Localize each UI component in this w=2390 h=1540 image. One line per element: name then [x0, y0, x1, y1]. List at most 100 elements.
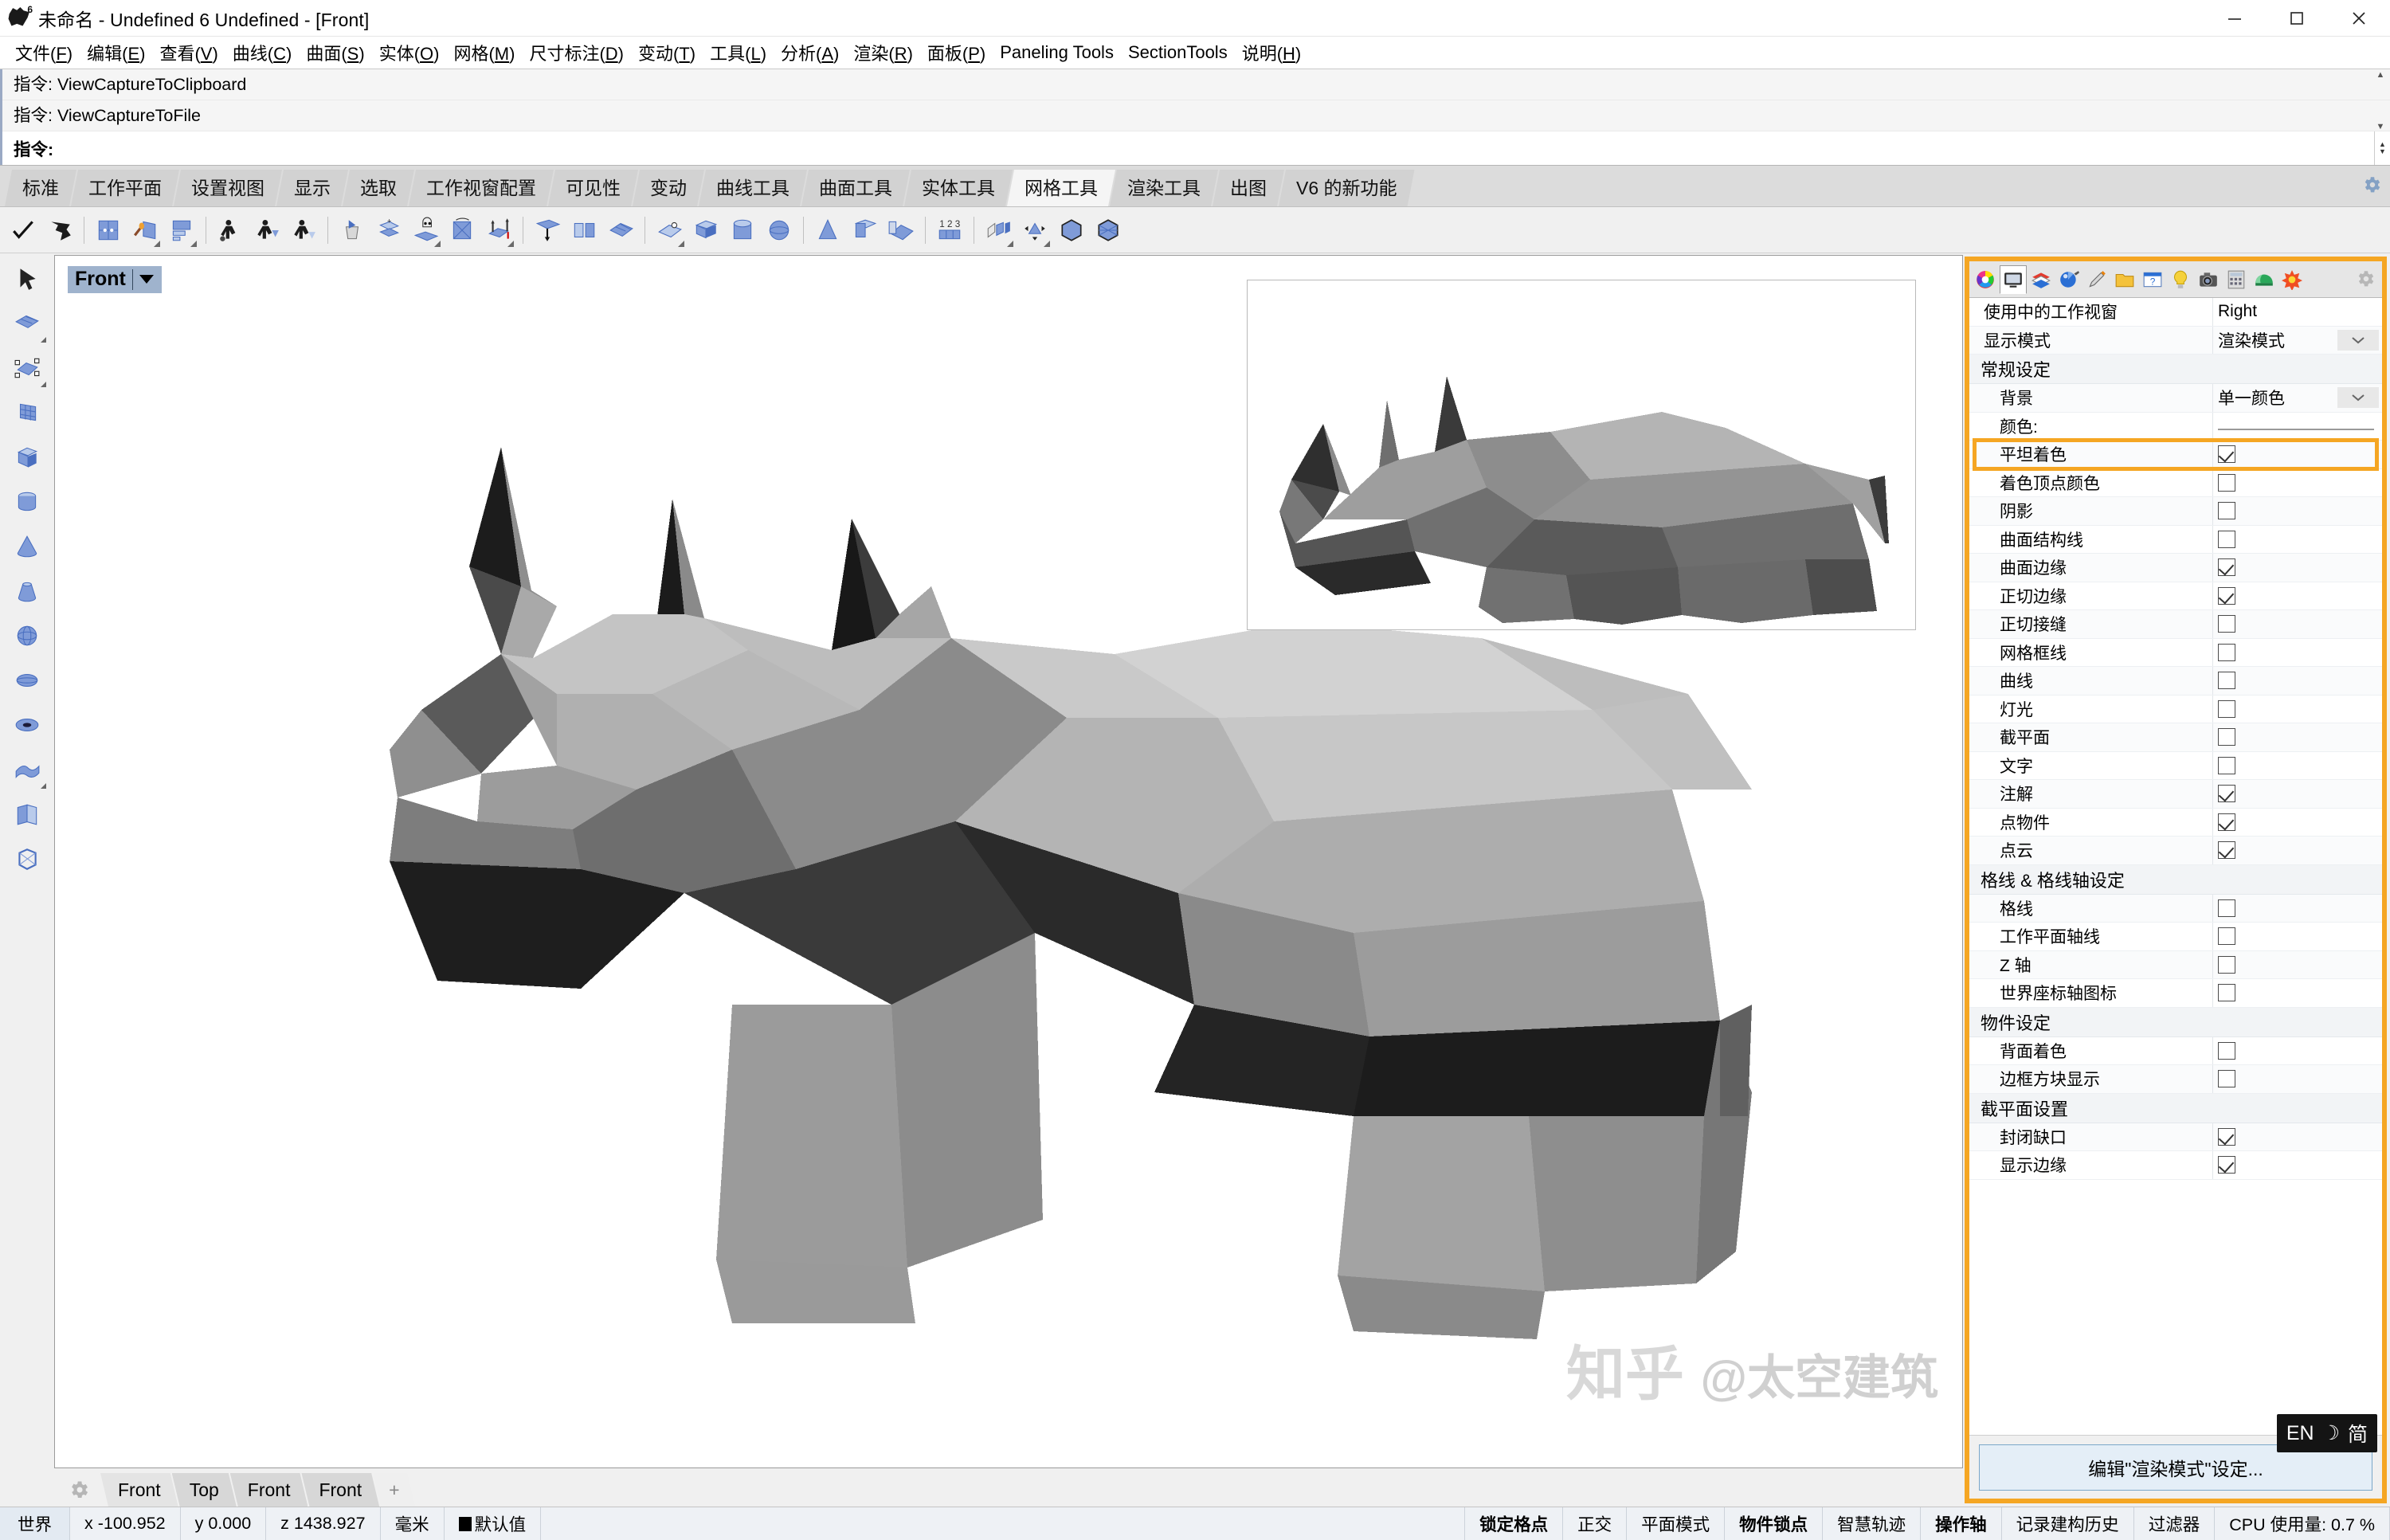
panel-gear-icon[interactable] — [2355, 268, 2376, 294]
chevron-down-icon[interactable] — [2337, 330, 2379, 351]
status-toggle-7[interactable]: 过滤器 — [2134, 1507, 2216, 1540]
property-row[interactable]: Z 轴 — [1969, 951, 2382, 980]
display-monitor-icon[interactable] — [2000, 265, 2027, 294]
checkbox-unchecked[interactable] — [2218, 531, 2235, 548]
viewport-tab-3[interactable]: Front — [301, 1473, 379, 1507]
camera-icon[interactable] — [2195, 265, 2222, 294]
status-cell-1[interactable]: x -100.952 — [70, 1507, 181, 1540]
property-row[interactable]: 背景单一颜色 — [1969, 384, 2382, 413]
color-swatch-field[interactable] — [2218, 429, 2374, 430]
mesh-sphere-icon[interactable] — [763, 213, 795, 248]
mesh-delete-icon[interactable]: + — [373, 213, 405, 248]
property-value[interactable] — [2213, 984, 2382, 1001]
calculator-icon[interactable] — [2223, 265, 2250, 294]
command-input[interactable] — [53, 139, 2374, 159]
add-viewport-tab[interactable]: + — [373, 1473, 415, 1507]
property-value[interactable] — [2213, 1042, 2382, 1060]
property-row[interactable]: 平坦着色 — [1969, 441, 2382, 469]
toolbar-tab-9[interactable]: 曲面工具 — [801, 170, 910, 206]
checkbox-unchecked[interactable] — [2218, 956, 2235, 974]
mesh-from-points-icon[interactable] — [885, 213, 917, 248]
toolbar-tab-11[interactable]: 网格工具 — [1007, 170, 1115, 206]
menu-item-1[interactable]: 编辑(E) — [80, 38, 152, 67]
mesh-reduce-icon[interactable] — [214, 213, 246, 248]
checkbox-unchecked[interactable] — [2218, 502, 2235, 519]
toolbar-tab-7[interactable]: 变动 — [633, 170, 704, 206]
status-cell-3[interactable]: z 1438.927 — [266, 1507, 380, 1540]
command-scroll-spinner[interactable]: ▲▼ — [2374, 131, 2390, 165]
mesh-patch-icon[interactable] — [6, 749, 48, 790]
property-value[interactable]: Right — [2213, 302, 2382, 321]
mesh-repair-icon[interactable] — [44, 213, 76, 248]
property-value[interactable] — [2213, 558, 2382, 576]
mesh-quad-remesh-icon[interactable] — [848, 213, 880, 248]
menu-item-15[interactable]: 说明(H) — [1235, 38, 1309, 67]
checkbox-checked[interactable] — [2218, 813, 2235, 831]
mesh-point-icon[interactable] — [6, 347, 48, 389]
layers-icon[interactable] — [2028, 265, 2055, 294]
menu-item-13[interactable]: Paneling Tools — [993, 41, 1121, 65]
property-value[interactable] — [2213, 615, 2382, 633]
toolbar-tab-0[interactable]: 标准 — [5, 170, 76, 206]
sun-icon[interactable] — [2278, 265, 2306, 294]
checkbox-unchecked[interactable] — [2218, 644, 2235, 661]
menu-item-14[interactable]: SectionTools — [1121, 41, 1235, 65]
folder-icon[interactable] — [2111, 265, 2138, 294]
property-row[interactable]: 曲面边缘 — [1969, 554, 2382, 582]
status-cell-0[interactable]: 世界 — [0, 1507, 70, 1540]
status-cell-5[interactable]: 默认值 — [445, 1507, 542, 1540]
property-row[interactable]: 显示边缘 — [1969, 1151, 2382, 1180]
check-icon[interactable] — [7, 213, 39, 248]
property-row[interactable]: 工作平面轴线 — [1969, 923, 2382, 951]
property-row[interactable]: 格线 — [1969, 895, 2382, 923]
property-value[interactable] — [2213, 531, 2382, 548]
mesh-ellipsoid-icon[interactable] — [6, 660, 48, 701]
viewport-tab-0[interactable]: Front — [100, 1473, 178, 1507]
property-row[interactable]: 截平面 — [1969, 723, 2382, 752]
panel-header-row-1[interactable]: 显示模式渲染模式 — [1969, 327, 2382, 355]
menu-item-2[interactable]: 查看(V) — [152, 38, 225, 67]
toolbar-options-gear-icon[interactable] — [2361, 174, 2382, 200]
mesh-cone-icon[interactable] — [812, 213, 844, 248]
mesh-box-icon[interactable] — [690, 213, 722, 248]
mesh-polygon-icon[interactable] — [1056, 213, 1087, 248]
mesh-triangulate-icon[interactable] — [1092, 213, 1124, 248]
checkbox-unchecked[interactable] — [2218, 1070, 2235, 1087]
environment-icon[interactable] — [2251, 265, 2278, 294]
mesh-truncated-cone-icon[interactable] — [6, 570, 48, 612]
checkbox-unchecked[interactable] — [2218, 474, 2235, 492]
maximize-button[interactable] — [2266, 0, 2328, 37]
property-value[interactable] — [2213, 587, 2382, 605]
close-button[interactable] — [2328, 0, 2390, 37]
checkbox-unchecked[interactable] — [2218, 1042, 2235, 1060]
mesh-from-nurbs-icon[interactable] — [129, 213, 161, 248]
property-row[interactable]: 曲面结构线 — [1969, 526, 2382, 554]
toolbar-tab-2[interactable]: 设置视图 — [174, 170, 282, 206]
status-toggle-2[interactable]: 平面模式 — [1627, 1507, 1725, 1540]
property-value[interactable] — [2213, 1156, 2382, 1174]
property-row[interactable]: 封闭缺口 — [1969, 1123, 2382, 1152]
mesh-boolean-icon[interactable] — [446, 213, 478, 248]
checkbox-checked[interactable] — [2218, 1156, 2235, 1174]
chevron-down-icon[interactable] — [2337, 387, 2379, 408]
toolbar-tab-4[interactable]: 选取 — [343, 170, 414, 206]
mesh-surface-icon[interactable] — [6, 303, 48, 344]
toolbar-tab-14[interactable]: V6 的新功能 — [1279, 170, 1415, 206]
mesh-cube-wire-icon[interactable] — [6, 838, 48, 880]
mesh-patch-icon[interactable] — [166, 213, 198, 248]
mesh-cylinder-icon[interactable] — [6, 481, 48, 523]
property-value[interactable] — [2213, 927, 2382, 945]
mesh-unweld-icon[interactable] — [531, 213, 563, 248]
status-toggle-8[interactable]: CPU 使用量: 0.7 % — [2215, 1507, 2390, 1540]
command-history-scrollbar[interactable]: ▲▼ — [2372, 71, 2388, 131]
mesh-extract-icon[interactable] — [568, 213, 600, 248]
status-toggle-4[interactable]: 智慧轨迹 — [1823, 1507, 1921, 1540]
property-row[interactable]: 阴影 — [1969, 497, 2382, 526]
menu-item-3[interactable]: 曲线(C) — [225, 38, 300, 67]
property-value[interactable] — [2213, 757, 2382, 774]
toolbar-tab-3[interactable]: 显示 — [276, 170, 348, 206]
menu-item-11[interactable]: 渲染(R) — [846, 38, 920, 67]
status-cell-4[interactable]: 毫米 — [381, 1507, 445, 1540]
property-row[interactable]: 世界座标轴图标 — [1969, 979, 2382, 1008]
menu-item-6[interactable]: 网格(M) — [446, 38, 522, 67]
